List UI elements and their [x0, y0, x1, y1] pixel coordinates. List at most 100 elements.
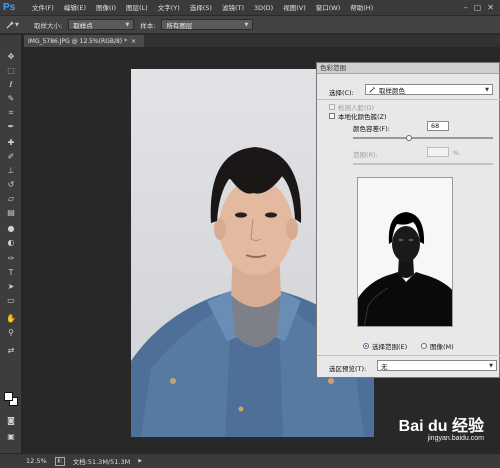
- maximize-icon[interactable]: ▢: [474, 3, 482, 12]
- chevron-down-icon: ▼: [125, 21, 130, 28]
- mask-preview[interactable]: [357, 177, 453, 327]
- brush-icon[interactable]: ✐: [4, 151, 18, 162]
- selection-radio-label: 选择范围(E): [372, 343, 408, 351]
- menu-help[interactable]: 帮助(H): [345, 0, 378, 16]
- swap-colors-icon[interactable]: ⇄: [4, 345, 18, 356]
- fuzziness-label: 颜色容差(F):: [353, 125, 391, 133]
- document-tab-bar: IMG_5786.JPG @ 12.5%(RGB/8) * ×: [24, 35, 500, 47]
- zoom-level[interactable]: 12.5%: [26, 457, 47, 465]
- sample-value: 所有图层: [166, 21, 193, 30]
- type-icon[interactable]: T: [4, 267, 18, 278]
- sample-size-select[interactable]: 取样点 ▼: [68, 19, 135, 30]
- radio-image-row: 图像(M): [421, 341, 454, 351]
- watermark-main: Bai du 经验: [398, 418, 484, 435]
- dodge-icon[interactable]: ◐: [4, 237, 18, 248]
- status-menu-icon[interactable]: ▶: [138, 458, 142, 464]
- mask-preview-image: [358, 178, 452, 326]
- foreground-color-swatch[interactable]: [4, 392, 13, 401]
- sample-size-value: 取样点: [73, 21, 93, 30]
- selection-radio[interactable]: [363, 343, 369, 349]
- window-controls: – ▢ ✕: [464, 3, 500, 12]
- path-select-icon[interactable]: ➤: [4, 281, 18, 292]
- chevron-down-icon: ▼: [485, 86, 489, 93]
- localized-row: 本地化颜色簇(Z): [329, 111, 387, 121]
- healing-icon[interactable]: ✚: [4, 137, 18, 148]
- fuzziness-input[interactable]: 68: [427, 121, 449, 131]
- chevron-down-icon: ▼: [15, 21, 19, 28]
- hand-icon[interactable]: ✋: [4, 313, 18, 324]
- lasso-icon[interactable]: ℓ: [4, 79, 18, 90]
- pen-icon[interactable]: ✑: [4, 253, 18, 264]
- menu-layer[interactable]: 图层(L): [121, 0, 153, 16]
- tool-preset-picker[interactable]: ▼: [6, 18, 28, 31]
- selection-preview-label: 选区预览(T):: [329, 365, 367, 373]
- tools-panel: ✥ ⬚ ℓ ✎ ⌗ ✒ ✚ ✐ ⊥ ↺ ▱ ▤ ● ◐ ✑ T ➤ ▭ ✋ ⚲ …: [0, 35, 22, 453]
- photoshop-logo: Ps: [3, 1, 16, 13]
- marquee-icon[interactable]: ⬚: [4, 65, 18, 76]
- range-label: 范围(R):: [353, 151, 378, 159]
- chevron-down-icon: ▼: [244, 21, 249, 28]
- select-dropdown[interactable]: 取样颜色 ▼: [365, 84, 493, 95]
- document-tab-title: IMG_5786.JPG @ 12.5%(RGB/8) *: [28, 37, 128, 45]
- document-info: 文档:51.3M/51.3M: [72, 458, 131, 466]
- range-slider-track[interactable]: [353, 163, 493, 165]
- menu-type[interactable]: 文字(Y): [153, 0, 185, 16]
- radio-selection-row: 选择范围(E): [363, 341, 407, 351]
- localized-clusters-checkbox[interactable]: [329, 113, 335, 119]
- menu-bar: Ps 文件(F) 编辑(E) 图像(I) 图层(L) 文字(Y) 选择(S) 滤…: [0, 0, 500, 16]
- range-unit: %: [453, 149, 460, 157]
- select-value: 取样颜色: [379, 86, 405, 95]
- history-brush-icon[interactable]: ↺: [4, 179, 18, 190]
- stamp-icon[interactable]: ⊥: [4, 165, 18, 176]
- image-radio-label: 图像(M): [430, 343, 454, 351]
- eraser-icon[interactable]: ▱: [4, 193, 18, 204]
- quick-select-icon[interactable]: ✎: [4, 93, 18, 104]
- close-icon[interactable]: ✕: [487, 3, 494, 12]
- selection-preview-value: 无: [381, 362, 388, 371]
- eyedropper-icon[interactable]: ✒: [4, 121, 18, 132]
- options-bar: ▼ 取样大小: 取样点 ▼ 样本: 所有图层 ▼: [0, 16, 500, 34]
- eyedropper-icon: [6, 21, 14, 29]
- status-toggle-icon[interactable]: ◧: [54, 456, 65, 466]
- dialog-divider: [317, 99, 500, 100]
- shape-icon[interactable]: ▭: [4, 295, 18, 306]
- zoom-icon[interactable]: ⚲: [4, 327, 18, 338]
- menu-3d[interactable]: 3D(D): [249, 0, 278, 16]
- screen-mode-icon[interactable]: ▣: [4, 431, 18, 442]
- tab-close-icon[interactable]: ×: [131, 38, 136, 45]
- range-input[interactable]: [427, 147, 449, 157]
- watermark-url: jingyan.baidu.com: [427, 435, 484, 442]
- baidu-watermark: Bai du 经验 jingyan.baidu.com: [399, 418, 484, 442]
- menu-view[interactable]: 视图(V): [278, 0, 311, 16]
- gradient-icon[interactable]: ▤: [4, 207, 18, 218]
- localized-clusters-label: 本地化颜色簇(Z): [338, 113, 387, 121]
- sample-size-label: 取样大小:: [34, 21, 63, 30]
- dialog-title: 色彩范围: [317, 63, 499, 74]
- select-label: 选择(C):: [329, 89, 354, 97]
- fuzziness-slider-track[interactable]: [353, 137, 493, 139]
- document-tab[interactable]: IMG_5786.JPG @ 12.5%(RGB/8) * ×: [24, 35, 145, 47]
- sample-select[interactable]: 所有图层 ▼: [161, 19, 254, 30]
- color-range-dialog: 色彩范围 选择(C): 取样颜色 ▼ 检测人脸(D) 本地化颜色簇(Z) 颜色容…: [316, 62, 500, 378]
- menu-window[interactable]: 窗口(W): [311, 0, 346, 16]
- selection-preview-dropdown[interactable]: 无 ▼: [377, 360, 497, 371]
- eyedropper-icon: [369, 87, 375, 93]
- detect-faces-checkbox[interactable]: [329, 104, 335, 110]
- blur-icon[interactable]: ●: [4, 223, 18, 234]
- menu-edit[interactable]: 编辑(E): [59, 0, 91, 16]
- menu-select[interactable]: 选择(S): [185, 0, 217, 16]
- image-radio[interactable]: [421, 343, 427, 349]
- quick-mask-icon[interactable]: ◙: [4, 415, 18, 426]
- sample-label: 样本:: [140, 21, 156, 30]
- status-bar: 12.5% ◧ 文档:51.3M/51.3M ▶: [0, 453, 500, 468]
- crop-icon[interactable]: ⌗: [4, 107, 18, 118]
- minimize-icon[interactable]: –: [464, 3, 468, 12]
- chevron-down-icon: ▼: [489, 362, 493, 369]
- menu-file[interactable]: 文件(F): [27, 0, 59, 16]
- dialog-divider: [317, 355, 500, 356]
- select-dropdown-content: 取样颜色: [369, 85, 405, 95]
- menu-filter[interactable]: 滤镜(T): [217, 0, 249, 16]
- move-icon[interactable]: ✥: [4, 51, 18, 62]
- menu-image[interactable]: 图像(I): [91, 0, 121, 16]
- fuzziness-slider-thumb[interactable]: [406, 135, 412, 141]
